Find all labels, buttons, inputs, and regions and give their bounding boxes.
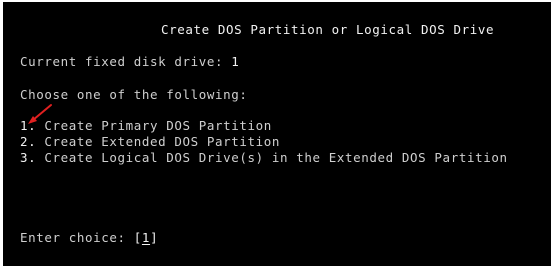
option-label: Create Primary DOS Partition [44,118,272,133]
choice-input-value[interactable]: 1 [142,230,150,245]
enter-choice-label: Enter choice: [20,230,126,245]
choice-input-field[interactable]: [1] [134,230,158,245]
current-drive-line: Current fixed disk drive: 1 [20,54,239,70]
dos-console-screen: Create DOS Partition or Logical DOS Driv… [3,2,551,266]
menu-option-create-extended[interactable]: 2. Create Extended DOS Partition [20,134,280,150]
choice-open-bracket: [ [133,230,142,245]
menu-option-create-logical[interactable]: 3. Create Logical DOS Drive(s) in the Ex… [20,150,508,166]
enter-choice-line: Enter choice: [1] [20,230,158,246]
choice-close-bracket: ] [150,230,159,245]
screen-title: Create DOS Partition or Logical DOS Driv… [161,22,495,37]
option-label: Create Extended DOS Partition [44,134,281,149]
current-drive-label: Current fixed disk drive: [20,54,224,69]
menu-option-create-primary[interactable]: 1. Create Primary DOS Partition [20,118,272,134]
current-drive-value: 1 [231,54,240,69]
option-number: 2. [20,134,37,149]
red-arrow-pointer-icon [28,104,52,124]
choose-prompt: Choose one of the following: [20,87,248,102]
option-number: 3. [20,150,37,165]
option-label: Create Logical DOS Drive(s) in the Exten… [44,150,508,165]
